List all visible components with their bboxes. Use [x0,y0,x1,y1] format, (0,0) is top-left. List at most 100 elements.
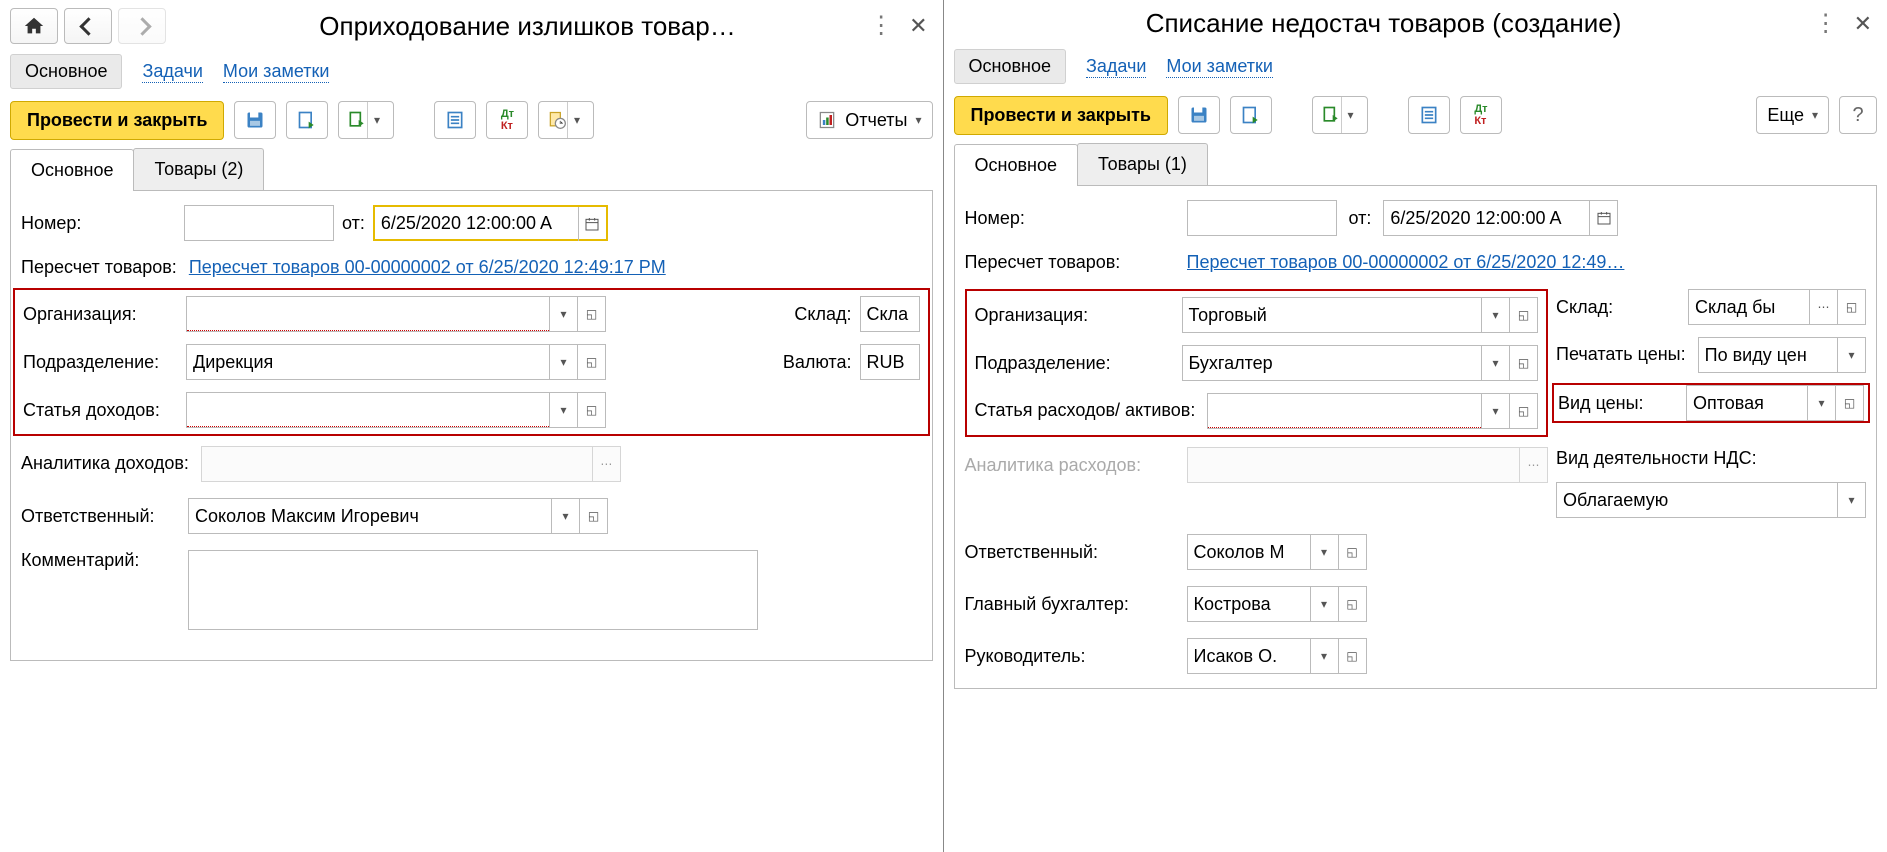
open-icon[interactable]: ◱ [577,345,605,379]
dtkt-button[interactable]: ДтКт [486,101,528,139]
chevron-down-icon[interactable]: ▾ [1310,535,1338,569]
chevron-down-icon[interactable]: ▾ [1481,298,1509,332]
tab-goods[interactable]: Товары (2) [133,148,264,190]
arrow-right-icon [133,17,151,35]
date-input[interactable]: 6/25/2020 12:00:00 A [373,205,608,241]
responsible-label: Ответственный: [21,506,176,527]
post-button[interactable] [286,101,328,139]
ellipsis-icon: ⋯ [592,447,620,481]
chevron-down-icon[interactable]: ▾ [1837,338,1865,372]
history-button[interactable]: ▾ [538,101,594,139]
back-button[interactable] [64,8,112,44]
org-label: Организация: [23,304,178,325]
warehouse-input[interactable]: Скла [860,296,920,332]
calendar-icon[interactable] [578,207,606,241]
chevron-down-icon[interactable]: ▾ [1310,639,1338,673]
org-input[interactable]: ▾ ◱ [186,296,606,332]
reports-button[interactable]: Отчеты ▾ [806,101,932,139]
org-input[interactable]: Торговый ▾ ◱ [1182,297,1539,333]
chevron-down-icon[interactable]: ▾ [1807,386,1835,420]
tab-main[interactable]: Основное [10,149,134,191]
more-menu-icon[interactable]: ⋮ [1814,12,1838,36]
chevron-down-icon[interactable]: ▾ [1837,483,1865,517]
open-icon[interactable]: ◱ [579,499,607,533]
post-button[interactable] [1230,96,1272,134]
currency-input[interactable]: RUB [860,344,920,380]
analytics-label: Аналитика доходов: [21,453,189,475]
print-prices-label: Печатать цены: [1556,344,1686,366]
close-icon[interactable]: ✕ [1854,13,1872,35]
income-input[interactable]: ▾ ◱ [186,392,606,428]
forward-button[interactable] [118,8,166,44]
chevron-down-icon[interactable]: ▾ [549,393,577,427]
open-icon[interactable]: ◱ [1338,639,1366,673]
section-main[interactable]: Основное [954,49,1066,84]
currency-label: Валюта: [783,352,852,373]
chevron-down-icon: ▾ [915,113,921,127]
dept-input[interactable]: Бухгалтер ▾ ◱ [1182,345,1539,381]
calendar-icon[interactable] [1589,201,1617,235]
ellipsis-icon[interactable]: ⋯ [1809,290,1837,324]
section-notes[interactable]: Мои заметки [223,61,330,83]
director-input[interactable]: Исаков О. ▾ ◱ [1187,638,1367,674]
tab-main[interactable]: Основное [954,144,1078,186]
close-icon[interactable]: ✕ [909,15,927,37]
open-icon[interactable]: ◱ [1837,290,1865,324]
more-button[interactable]: Еще▾ [1756,96,1829,134]
analytics-input: ⋯ [201,446,621,482]
recount-link[interactable]: Пересчет товаров 00-00000002 от 6/25/202… [189,257,666,278]
accountant-input[interactable]: Кострова ▾ ◱ [1187,586,1367,622]
chevron-down-icon[interactable]: ▾ [1481,346,1509,380]
open-icon[interactable]: ◱ [1338,535,1366,569]
list-button[interactable] [434,101,476,139]
save-icon [245,110,265,130]
open-icon[interactable]: ◱ [1509,346,1537,380]
dtkt-button[interactable]: ДтКт [1460,96,1502,134]
section-tasks[interactable]: Задачи [142,61,202,83]
analytics-input: ⋯ [1187,447,1549,483]
dept-input[interactable]: Дирекция ▾ ◱ [186,344,606,380]
chevron-down-icon[interactable]: ▾ [549,297,577,331]
price-type-label: Вид цены: [1558,393,1674,414]
create-based-on-button[interactable]: ▾ [338,101,394,139]
post-close-button[interactable]: Провести и закрыть [10,101,224,140]
save-button[interactable] [234,101,276,139]
create-based-on-button[interactable]: ▾ [1312,96,1368,134]
chevron-down-icon[interactable]: ▾ [1310,587,1338,621]
vat-mode-input[interactable]: Облагаемую ▾ [1556,482,1866,518]
help-button[interactable]: ? [1839,96,1877,134]
open-icon[interactable]: ◱ [1338,587,1366,621]
responsible-input[interactable]: Соколов М ▾ ◱ [1187,534,1367,570]
more-menu-icon[interactable]: ⋮ [869,14,893,38]
open-icon[interactable]: ◱ [1509,394,1537,428]
open-icon[interactable]: ◱ [1509,298,1537,332]
post-icon [297,110,317,130]
price-type-input[interactable]: Оптовая ▾ ◱ [1686,385,1864,421]
post-close-button[interactable]: Провести и закрыть [954,96,1168,135]
section-main[interactable]: Основное [10,54,122,89]
tab-goods[interactable]: Товары (1) [1077,143,1208,185]
chevron-down-icon: ▾ [1812,108,1818,122]
chevron-down-icon[interactable]: ▾ [551,499,579,533]
comment-input[interactable] [188,550,758,630]
open-icon[interactable]: ◱ [577,297,605,331]
chevron-down-icon[interactable]: ▾ [549,345,577,379]
date-input[interactable]: 6/25/2020 12:00:00 A [1383,200,1618,236]
home-button[interactable] [10,8,58,44]
list-button[interactable] [1408,96,1450,134]
section-notes[interactable]: Мои заметки [1166,56,1273,78]
open-icon[interactable]: ◱ [577,393,605,427]
recount-link[interactable]: Пересчет товаров 00-00000002 от 6/25/202… [1187,252,1867,273]
number-input[interactable] [184,205,334,241]
print-prices-input[interactable]: По виду цен ▾ [1698,337,1866,373]
open-icon[interactable]: ◱ [1835,386,1863,420]
expense-input[interactable]: ▾ ◱ [1207,393,1538,429]
responsible-input[interactable]: Соколов Максим Игоревич ▾ ◱ [188,498,608,534]
save-button[interactable] [1178,96,1220,134]
warehouse-input[interactable]: Склад бы ⋯ ◱ [1688,289,1866,325]
from-label: от: [342,213,365,234]
chevron-down-icon[interactable]: ▾ [1481,394,1509,428]
reports-label: Отчеты [845,110,907,131]
number-input[interactable] [1187,200,1337,236]
section-tasks[interactable]: Задачи [1086,56,1146,78]
